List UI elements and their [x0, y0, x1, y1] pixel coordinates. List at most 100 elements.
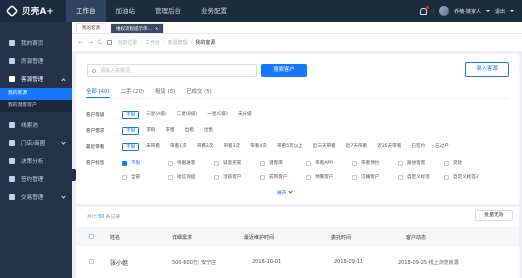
top-nav-station[interactable]: 加油站	[106, 0, 146, 22]
checkbox[interactable]	[214, 160, 219, 166]
filter-option[interactable]: 未分级	[235, 111, 255, 119]
filter-option[interactable]: 出售	[201, 127, 216, 135]
bell-icon[interactable]	[420, 5, 430, 15]
tab-my-customers[interactable]: 我的客源	[76, 23, 106, 33]
logout-link[interactable]: 退出	[495, 8, 505, 15]
sidebar-item-leads[interactable]: 线索池	[0, 116, 72, 134]
filter-label: 最近带看	[86, 145, 105, 150]
filter-option[interactable]: 二星(B级)	[174, 111, 201, 119]
filter-option[interactable]: 近三天带看	[310, 143, 339, 151]
filter-option[interactable]: 不限	[122, 143, 140, 151]
sidebar-sub-potential[interactable]: 我的潜客客户	[0, 100, 72, 112]
tag-checkbox[interactable]: 诚意买家	[214, 160, 260, 166]
sidebar-sub-my-customers[interactable]: 我的客源	[0, 88, 72, 100]
close-icon[interactable]: ✕	[155, 26, 158, 31]
filter-option[interactable]: 近7天带看	[343, 143, 370, 151]
filter-option[interactable]: 三星(A级)	[143, 111, 170, 119]
filter-option[interactable]: 带看5次以上	[274, 143, 306, 151]
home-icon[interactable]	[107, 40, 113, 45]
checkbox[interactable]	[352, 174, 357, 180]
filter-option[interactable]: 带看3次	[220, 143, 243, 151]
tag-checkbox[interactable]: 预警客户	[306, 174, 352, 180]
sidebar-item-analysis[interactable]: 决策分析	[0, 152, 72, 170]
checkbox[interactable]	[352, 160, 357, 166]
checkbox[interactable]	[168, 160, 173, 166]
filter-option[interactable]: 已签约	[408, 143, 428, 151]
filter-option[interactable]: 不限	[122, 127, 140, 135]
back-icon[interactable]: ←	[78, 39, 83, 46]
filter-option[interactable]: 带看1次	[167, 143, 190, 151]
tag-checkbox[interactable]: 短信询盘	[168, 174, 214, 180]
chevron-down-icon[interactable]	[510, 10, 514, 12]
forward-icon[interactable]: →	[88, 39, 93, 46]
table-row[interactable]: 张小姐 500-600万; 安宁庄 2018-10-01 2018-09-11 …	[76, 250, 519, 272]
filter-option[interactable]: 带看2次	[194, 143, 217, 151]
checkbox[interactable]	[122, 174, 127, 180]
search-input[interactable]: 请输入关键词	[87, 64, 257, 77]
tab-second-hand[interactable]: 二手 (20)	[121, 87, 145, 98]
avatar[interactable]	[439, 6, 450, 16]
tag-checkbox[interactable]: 待跟进客	[168, 160, 214, 166]
checkbox[interactable]	[398, 160, 403, 166]
tab-closed[interactable]: 已成交 (5)	[186, 87, 212, 98]
top-nav-config[interactable]: 业务配置	[191, 0, 237, 22]
tag-checkbox[interactable]: 沉睡客户	[352, 174, 398, 180]
breadcrumb-item[interactable]: 工作台	[145, 39, 160, 46]
tag-checkbox[interactable]: 自定义标签2	[444, 174, 484, 180]
checkbox[interactable]	[444, 160, 449, 166]
checkbox[interactable]	[260, 174, 265, 180]
checkbox[interactable]	[444, 174, 449, 180]
filter-option[interactable]: 已过户	[432, 143, 452, 151]
tag-checkbox[interactable]: 成熟客户	[260, 174, 306, 180]
tab-all[interactable]: 全部 (40)	[86, 87, 110, 98]
checkbox[interactable]	[122, 160, 127, 166]
logo[interactable]: 贝壳A+	[5, 4, 54, 18]
checkbox[interactable]	[398, 174, 403, 180]
last-maintain-time: 2018-10-01	[252, 259, 282, 265]
top-nav-workbench[interactable]: 工作台	[66, 0, 106, 22]
refresh-icon[interactable]: C	[98, 39, 102, 46]
filter-option[interactable]: 未带看	[143, 143, 163, 151]
tag-checkbox[interactable]: 贷款	[444, 160, 484, 166]
tag-checkbox[interactable]: 不限	[122, 160, 168, 166]
checkbox[interactable]	[214, 174, 219, 180]
select-all-checkbox[interactable]	[89, 234, 94, 239]
tag-checkbox[interactable]: 潜客库	[260, 160, 306, 166]
chevron-down-icon[interactable]	[485, 10, 490, 12]
expand-filters-button[interactable]: 展开	[277, 189, 293, 196]
filter-option[interactable]: 近15天带看	[374, 143, 404, 151]
sidebar-item-home[interactable]: 我的首页	[0, 34, 72, 52]
tag-checkbox[interactable]: 活跃客户	[214, 174, 260, 180]
tag-checkbox[interactable]: 带看预约	[352, 160, 398, 166]
sidebar-item-customers[interactable]: 客源管理	[0, 70, 72, 88]
breadcrumb-item[interactable]: 客源管理	[168, 39, 188, 46]
tag-checkbox[interactable]: 全部	[122, 174, 168, 180]
checkbox[interactable]	[306, 174, 311, 180]
filter-option[interactable]: 带看4次	[247, 143, 270, 151]
checkbox[interactable]	[260, 160, 265, 166]
filter-option[interactable]: 不限	[122, 111, 140, 119]
sidebar-item-deal[interactable]: 交易管理	[0, 188, 72, 206]
top-nav-admin[interactable]: 管理后台	[145, 0, 191, 22]
customer-name[interactable]: 张小姐	[110, 258, 128, 267]
divider	[86, 98, 509, 99]
filter-option[interactable]: 求购	[143, 127, 158, 135]
filter-option[interactable]: 求租	[162, 127, 177, 135]
row-checkbox[interactable]	[89, 259, 94, 264]
checkbox[interactable]	[168, 174, 173, 180]
sidebar-item-contract[interactable]: 签约管理	[0, 170, 72, 188]
tag-checkbox[interactable]: 跟进客客	[398, 160, 444, 166]
tab-rental[interactable]: 租赁 (5)	[155, 87, 175, 98]
import-customer-button[interactable]: 录入客源	[465, 62, 509, 77]
tag-checkbox[interactable]: 自定义标签	[398, 174, 444, 180]
tab-notice[interactable]: 维权流程提示单… ✕	[110, 23, 165, 33]
user-name[interactable]: 乔楠-链家人	[454, 8, 481, 15]
checkbox[interactable]	[306, 160, 311, 166]
filter-option[interactable]: 一星(C级)	[204, 111, 231, 119]
sidebar-item-house[interactable]: 房源管理	[0, 52, 72, 70]
filter-option[interactable]: 出租	[182, 127, 197, 135]
tag-checkbox[interactable]: 带看APP	[306, 160, 352, 166]
search-button[interactable]: 搜索客户	[261, 64, 307, 77]
sidebar-item-store[interactable]: 门店/商圈	[0, 134, 72, 152]
batch-invalidate-button[interactable]: 批量无效	[475, 210, 513, 221]
